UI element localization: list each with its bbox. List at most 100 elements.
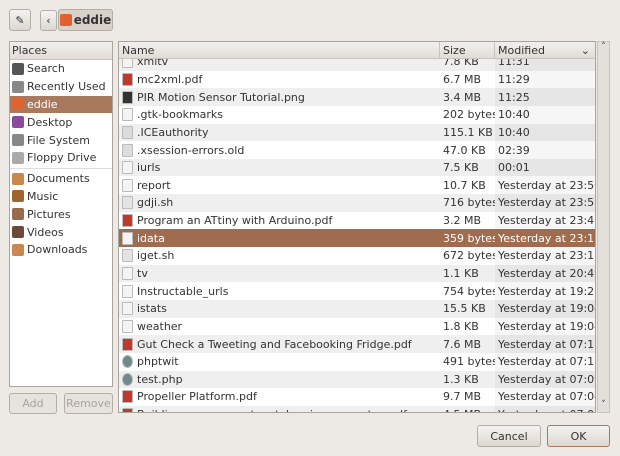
- pdf-file-icon: [122, 72, 133, 86]
- file-row[interactable]: weather 1.8 KB Yesterday at 19:04: [119, 318, 595, 336]
- sidebar-item-pictures[interactable]: Pictures: [10, 205, 112, 223]
- divider: [10, 167, 112, 169]
- clock-icon: [12, 80, 24, 93]
- file-row[interactable]: .ICEauthority 115.1 KB 10:40: [119, 123, 595, 142]
- add-bookmark-button[interactable]: Add: [9, 393, 57, 414]
- vertical-scrollbar[interactable]: ˄ ˅: [597, 41, 610, 413]
- file-row[interactable]: test.php 1.3 KB Yesterday at 07:09: [119, 370, 595, 389]
- downloads-folder-icon: [12, 243, 24, 256]
- sidebar-item-label: Documents: [27, 172, 90, 186]
- file-size: 202 bytes: [443, 108, 495, 122]
- ok-button[interactable]: OK: [547, 425, 610, 447]
- file-row[interactable]: report 10.7 KB Yesterday at 23:56: [119, 176, 595, 194]
- file-row[interactable]: istats 15.5 KB Yesterday at 19:04: [119, 299, 595, 318]
- php-file-icon: [122, 355, 133, 369]
- scroll-down-arrow[interactable]: ˅: [598, 400, 609, 410]
- file-modified: Yesterday at 23:56: [495, 176, 595, 194]
- file-name: idata: [137, 231, 165, 245]
- back-button[interactable]: ‹: [40, 10, 57, 31]
- file-size: 10.7 KB: [443, 178, 486, 192]
- places-header: Places: [10, 42, 112, 60]
- column-size[interactable]: Size: [440, 42, 495, 58]
- sidebar-item-floppy-drive[interactable]: Floppy Drive: [10, 149, 112, 167]
- file-name: PIR Motion Sensor Tutorial.png: [137, 90, 305, 104]
- sidebar-item-desktop[interactable]: Desktop: [10, 113, 112, 131]
- file-modified: Yesterday at 07:11: [495, 353, 595, 371]
- column-modified[interactable]: Modified ⌄: [495, 42, 595, 58]
- cancel-button[interactable]: Cancel: [477, 425, 541, 447]
- file-name: mc2xml.pdf: [137, 72, 203, 86]
- text-file-icon: [122, 178, 133, 192]
- sidebar-item-videos[interactable]: Videos: [10, 223, 112, 241]
- file-name: .ICEauthority: [137, 125, 209, 139]
- binary-file-icon: [122, 143, 133, 157]
- file-name: .xsession-errors.old: [137, 143, 245, 157]
- file-size: 672 bytes: [443, 249, 495, 263]
- file-size: 115.1 KB: [443, 125, 493, 139]
- file-size: 7.5 KB: [443, 161, 479, 175]
- file-row[interactable]: iurls 7.5 KB 00:01: [119, 158, 595, 177]
- sidebar-item-label: Desktop: [27, 115, 73, 129]
- sidebar-item-eddie[interactable]: eddie: [10, 95, 112, 114]
- sidebar-item-label: File System: [27, 133, 90, 147]
- file-row[interactable]: Instructable_urls 754 bytes Yesterday at 1…: [119, 282, 595, 300]
- file-modified: Yesterday at 19:04: [495, 300, 595, 318]
- file-modified: Yesterday at 07:09: [495, 371, 595, 389]
- sidebar-item-label: Videos: [27, 225, 64, 239]
- file-name: iurls: [137, 161, 161, 175]
- file-size: 4.5 MB: [440, 406, 495, 412]
- file-name: Program an ATtiny with Arduino.pdf: [137, 214, 333, 228]
- text-file-icon: [122, 267, 133, 280]
- sidebar-item-search[interactable]: Search: [10, 60, 112, 78]
- file-row[interactable]: gdji.sh 716 bytes Yesterday at 23:56: [119, 194, 595, 212]
- sidebar-item-label: Search: [27, 62, 65, 76]
- file-name: tv: [137, 267, 148, 280]
- sidebar-item-label: Music: [27, 189, 59, 203]
- scroll-up-arrow[interactable]: ˄: [598, 42, 609, 52]
- script-file-icon: [122, 249, 133, 263]
- file-row[interactable]: tv 1.1 KB Yesterday at 20:49: [119, 264, 595, 283]
- places-sidebar: Places Search Recently Used eddie Desktop Fi…: [9, 41, 113, 387]
- file-name: gdji.sh: [137, 196, 174, 210]
- file-row[interactable]: phptwit 491 bytes Yesterday at 07:11: [119, 353, 595, 371]
- file-row[interactable]: idata 359 bytes Yesterday at 23:15: [119, 229, 595, 248]
- text-file-icon: [122, 319, 133, 333]
- home-folder-icon: [59, 14, 72, 26]
- column-name[interactable]: Name: [119, 42, 440, 58]
- pdf-file-icon: [122, 214, 133, 228]
- column-headers: Name Size Modified ⌄: [119, 42, 595, 59]
- file-row[interactable]: .xsession-errors.old 47.0 KB 02:39: [119, 141, 595, 159]
- file-list[interactable]: Name Size Modified ⌄ xmltv 7.8 KB 11:31 mc2x…: [118, 41, 596, 413]
- path-button-eddie[interactable]: eddie: [58, 9, 113, 31]
- chevron-left-icon: ‹: [46, 14, 51, 27]
- file-modified: Yesterday at 07:13: [495, 335, 595, 353]
- sidebar-item-recently-used[interactable]: Recently Used: [10, 78, 112, 96]
- file-size: 754 bytes: [443, 284, 495, 298]
- file-row[interactable]: .gtk-bookmarks 202 bytes 10:40: [119, 106, 595, 124]
- file-row[interactable]: mc2xml.pdf 6.7 MB 11:29: [119, 71, 595, 89]
- file-row[interactable]: PIR Motion Sensor Tutorial.png 3.4 MB 11:2…: [119, 88, 595, 106]
- file-row[interactable]: Building your own retro style microcompu…: [119, 405, 595, 412]
- php-file-icon: [122, 372, 133, 386]
- sidebar-item-file-system[interactable]: File System: [10, 131, 112, 149]
- file-size: 491 bytes: [443, 355, 495, 369]
- remove-bookmark-button[interactable]: Remove: [64, 393, 113, 414]
- file-size: 3.2 MB: [443, 214, 482, 228]
- edit-location-button[interactable]: ✎: [9, 9, 31, 31]
- text-file-icon: [122, 161, 133, 175]
- sidebar-item-music[interactable]: Music: [10, 188, 112, 206]
- file-row[interactable]: iget.sh 672 bytes Yesterday at 23:15: [119, 247, 595, 265]
- file-modified: Yesterday at 07:04: [495, 388, 595, 406]
- pictures-folder-icon: [12, 208, 24, 221]
- sidebar-item-downloads[interactable]: Downloads: [10, 241, 112, 259]
- file-row[interactable]: Propeller Platform.pdf 9.7 MB Yesterday at…: [119, 388, 595, 406]
- file-row[interactable]: Gut Check a Tweeting and Facebooking Fri…: [119, 335, 595, 353]
- sort-descending-icon: ⌄: [580, 44, 590, 57]
- sidebar-item-documents[interactable]: Documents: [10, 170, 112, 188]
- file-modified: Yesterday at 07:02: [495, 406, 595, 412]
- file-size: 3.4 MB: [443, 90, 482, 104]
- file-size: 47.0 KB: [443, 143, 486, 157]
- file-modified: Yesterday at 20:49: [495, 265, 595, 283]
- file-modified: 11:29: [495, 71, 595, 89]
- file-row[interactable]: Program an ATtiny with Arduino.pdf 3.2 MB…: [119, 212, 595, 230]
